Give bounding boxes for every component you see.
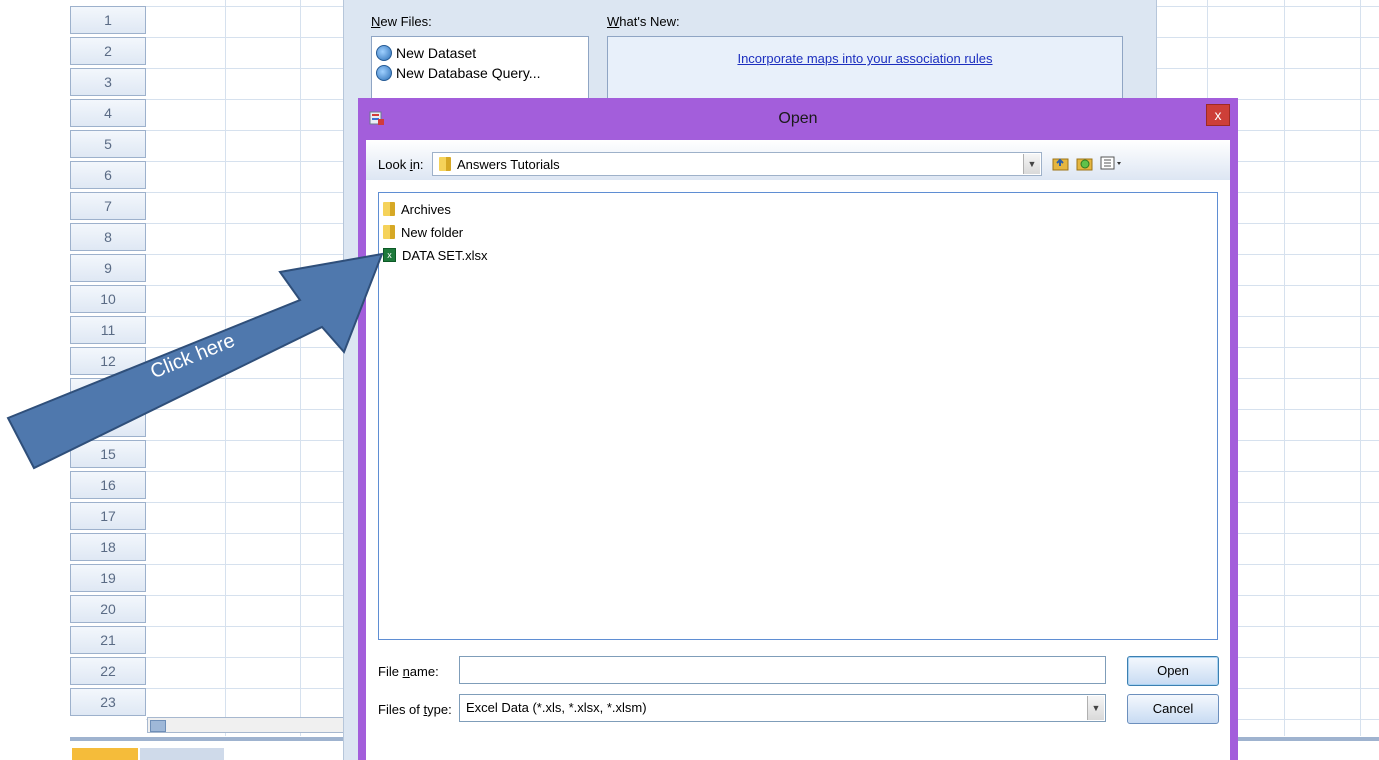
grid-column-line (1284, 0, 1285, 736)
whats-new-label-rest: hat's New: (619, 14, 680, 29)
new-dataset-label: New Dataset (396, 45, 477, 61)
chevron-down-icon[interactable]: ▼ (1087, 696, 1104, 720)
row-header[interactable]: 12 (70, 347, 146, 375)
row-header[interactable]: 16 (70, 471, 146, 499)
new-dataset-item[interactable]: New Dataset (376, 43, 476, 63)
new-database-query-item[interactable]: New Database Query... (376, 63, 540, 83)
close-button[interactable]: x (1206, 104, 1230, 126)
file-name-label: File name: (378, 664, 439, 679)
dialog-body: Look in: Answers Tutorials ▼ Archives Ne… (366, 140, 1230, 760)
file-name: DATA SET.xlsx (402, 247, 488, 263)
row-header[interactable]: 17 (70, 502, 146, 530)
new-files-label-rest: ew Files: (380, 14, 432, 29)
database-query-icon (376, 65, 392, 81)
files-of-type-value: Excel Data (*.xls, *.xlsx, *.xlsm) (466, 700, 647, 715)
new-files-label: New Files: (371, 14, 432, 29)
file-name-input[interactable] (459, 656, 1106, 684)
horizontal-scrollbar[interactable] (147, 717, 347, 733)
look-in-combo[interactable]: Answers Tutorials ▼ (432, 152, 1042, 176)
files-of-type-label: Files of type: (378, 702, 452, 717)
grid-column-line (225, 0, 226, 736)
row-header[interactable]: 19 (70, 564, 146, 592)
files-of-type-combo[interactable]: Excel Data (*.xls, *.xlsx, *.xlsm) ▼ (459, 694, 1106, 722)
open-button[interactable]: Open (1127, 656, 1219, 686)
dialog-title: Open (778, 110, 818, 127)
grid-column-line (300, 0, 301, 736)
list-item-archives[interactable]: Archives (383, 199, 451, 219)
chevron-down-icon[interactable]: ▼ (1023, 154, 1040, 174)
row-header[interactable]: 3 (70, 68, 146, 96)
view-menu-icon[interactable] (1100, 154, 1126, 172)
new-files-list: New Dataset New Database Query... (371, 36, 589, 102)
scroll-left-icon[interactable] (150, 720, 166, 732)
file-list[interactable]: Archives New folder x DATA SET.xlsx (378, 192, 1218, 640)
row-header[interactable]: 7 (70, 192, 146, 220)
grid-column-line (1360, 0, 1361, 736)
cancel-button[interactable]: Cancel (1127, 694, 1219, 724)
row-header[interactable]: 11 (70, 316, 146, 344)
row-header[interactable]: 8 (70, 223, 146, 251)
whats-new-label: What's New: (607, 14, 680, 29)
dataset-icon (376, 45, 392, 61)
list-item-data-set[interactable]: x DATA SET.xlsx (383, 245, 487, 265)
whats-new-box: Incorporate maps into your association r… (607, 36, 1123, 102)
row-header[interactable]: 9 (70, 254, 146, 282)
look-in-label: Look in: (378, 157, 424, 172)
open-button-label: Open (1157, 663, 1189, 678)
row-header[interactable]: 22 (70, 657, 146, 685)
look-in-bar: Look in: Answers Tutorials ▼ (366, 140, 1230, 180)
new-database-query-label: New Database Query... (396, 65, 541, 81)
row-header[interactable]: 15 (70, 440, 146, 468)
new-folder-icon[interactable] (1076, 154, 1094, 172)
whats-new-link[interactable]: Incorporate maps into your association r… (608, 51, 1122, 66)
folder-icon (383, 225, 395, 239)
excel-file-icon: x (383, 248, 396, 262)
row-header[interactable]: 21 (70, 626, 146, 654)
row-header[interactable]: 1 (70, 6, 146, 34)
open-dialog: Open x Look in: Answers Tutorials ▼ Arch… (358, 98, 1238, 760)
file-name: Archives (401, 201, 451, 217)
row-header[interactable]: 20 (70, 595, 146, 623)
row-header[interactable] (70, 378, 146, 406)
folder-icon (439, 157, 451, 171)
list-item-new-folder[interactable]: New folder (383, 222, 463, 242)
row-header[interactable]: 18 (70, 533, 146, 561)
up-folder-icon[interactable] (1052, 154, 1070, 172)
row-header[interactable] (70, 409, 146, 437)
row-header[interactable]: 2 (70, 37, 146, 65)
dialog-titlebar[interactable]: Open x (358, 98, 1238, 140)
row-header[interactable]: 4 (70, 99, 146, 127)
variable-view-tab[interactable] (140, 748, 224, 760)
data-view-tab[interactable] (72, 748, 138, 760)
row-header[interactable]: 5 (70, 130, 146, 158)
folder-icon (383, 202, 395, 216)
row-header[interactable]: 6 (70, 161, 146, 189)
row-header[interactable]: 23 (70, 688, 146, 716)
file-name: New folder (401, 224, 464, 240)
look-in-value: Answers Tutorials (457, 156, 560, 172)
row-header[interactable]: 10 (70, 285, 146, 313)
